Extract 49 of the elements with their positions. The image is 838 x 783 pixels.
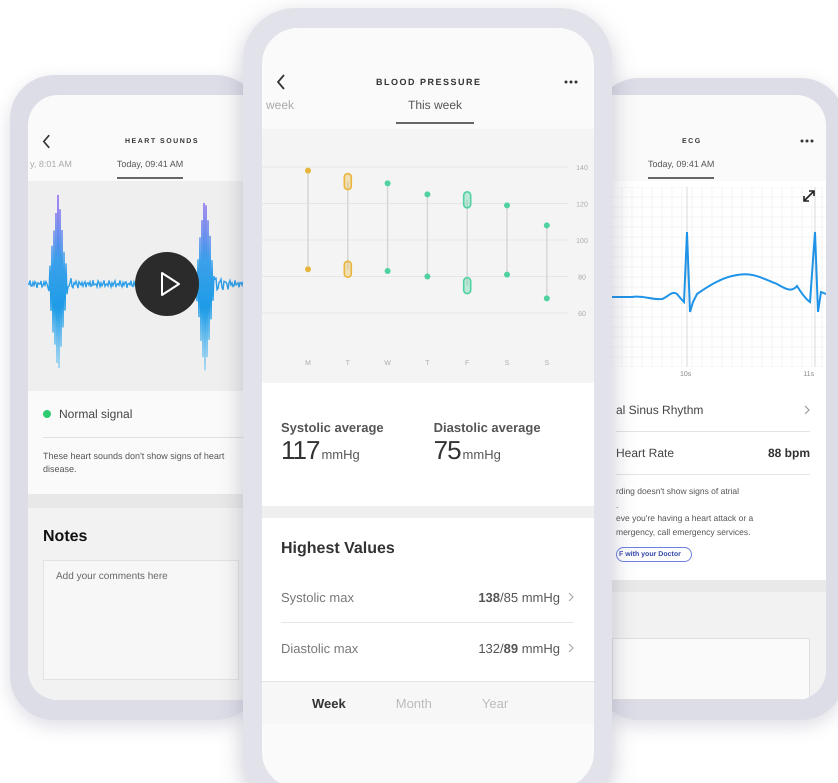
unit-label: mmHg — [321, 447, 360, 462]
result-description: eve you're having a heart attack or a — [616, 512, 754, 525]
date-tab[interactable]: Today, 09:41 AM — [116, 159, 184, 179]
result-description: These heart sounds don't show signs of heart disease. — [43, 450, 226, 476]
reading-label: Systolic max — [281, 590, 355, 604]
highlighted-reading — [344, 260, 352, 278]
reading-dot — [305, 168, 311, 174]
reading-dot — [544, 222, 550, 228]
result-label: Heart Rate — [616, 446, 674, 460]
more-icon[interactable] — [564, 80, 578, 84]
range-tab[interactable]: Week — [312, 696, 346, 710]
average-label: Diastolic average — [434, 420, 541, 435]
reading-dot — [424, 274, 430, 280]
reading-dot — [424, 191, 430, 198]
heart-rate-value: 88 bpm — [768, 446, 810, 460]
highlighted-reading — [462, 191, 472, 209]
reading-dot — [504, 202, 510, 208]
chevron-icon[interactable] — [804, 405, 810, 415]
result-description: mergency, call emergency services. — [616, 526, 750, 539]
notes-field[interactable] — [612, 638, 810, 700]
expand-icon[interactable] — [802, 189, 816, 203]
average-value: 75 — [434, 435, 461, 466]
screen-title: BLOOD PRESSURE — [376, 77, 482, 87]
reading-dot — [504, 272, 510, 278]
result-description: rding doesn't show signs of atrial — [616, 485, 740, 498]
reading-dot — [544, 295, 550, 302]
result-label: al Sinus Rhythm — [616, 403, 704, 417]
more-icon[interactable] — [800, 139, 814, 143]
average-label: Systolic average — [281, 420, 384, 435]
play-icon — [158, 271, 182, 297]
period-tab[interactable]: This week — [396, 98, 474, 124]
highlighted-reading — [462, 276, 472, 294]
result-description: . — [616, 498, 618, 512]
average-value: 117 — [281, 435, 320, 466]
reading-dot — [384, 268, 391, 274]
reading-dot — [305, 266, 311, 272]
status-label: Normal signal — [59, 407, 132, 421]
notes-field[interactable]: Add your comments here — [43, 560, 239, 680]
back-icon[interactable] — [276, 74, 286, 90]
section-heading: Highest Values — [281, 540, 396, 558]
highlighted-reading — [344, 172, 352, 190]
date-tab[interactable]: Today, 09:41 AM — [648, 159, 714, 179]
notes-heading: Notes — [43, 528, 88, 546]
reading-dot — [384, 180, 391, 186]
back-icon[interactable] — [42, 134, 51, 148]
reading-value: 138/85 mmHg — [478, 590, 560, 604]
reading-label: Diastolic max — [281, 640, 360, 656]
unit-label: mmHg — [462, 447, 501, 462]
reading-value: 132/89 mmHg — [478, 640, 560, 656]
